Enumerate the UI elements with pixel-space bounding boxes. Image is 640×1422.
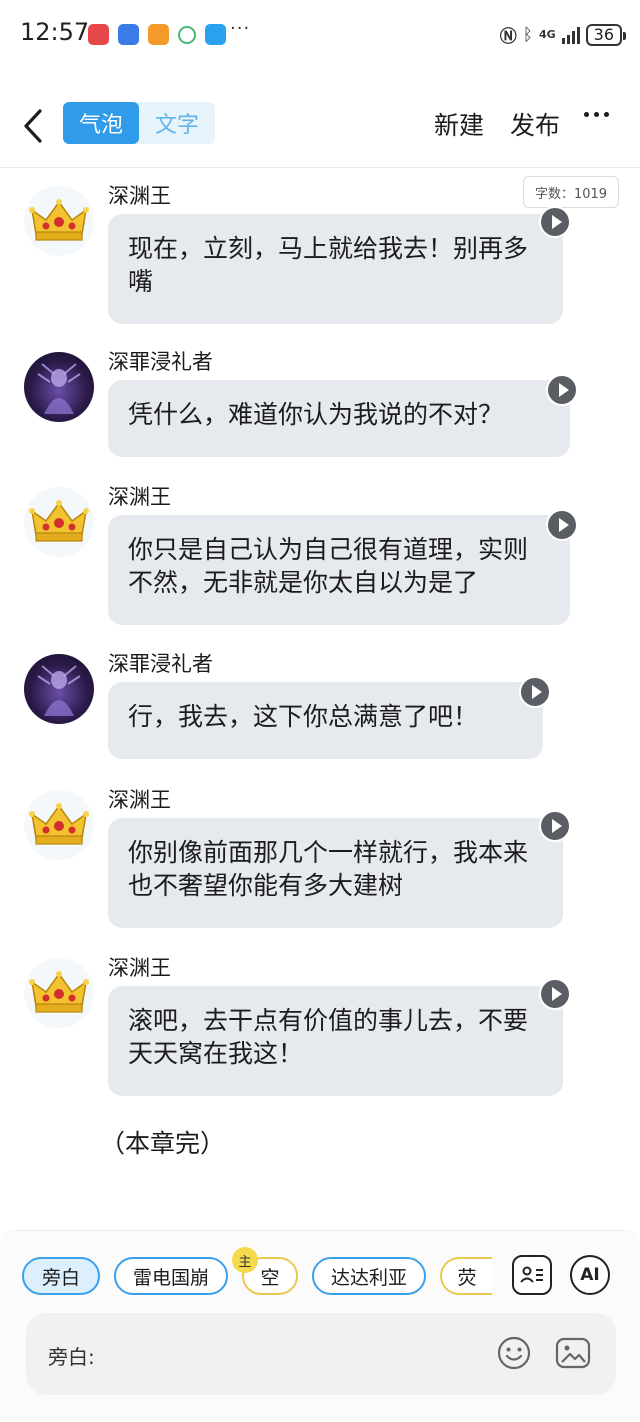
character-chip-raiden[interactable]: 雷电国崩 [114, 1257, 228, 1295]
word-count-badge: 字数：1019 [523, 176, 619, 208]
avatar[interactable] [24, 487, 94, 557]
message-input-area: 旁白: [26, 1313, 616, 1395]
cloud-app-icon [205, 24, 226, 45]
contact-card-icon [520, 1266, 543, 1283]
character-chip-lumine[interactable]: 荧 [440, 1257, 492, 1295]
top-navigation: 气泡 文字 新建 发布 [0, 90, 640, 168]
tab-bubble[interactable]: 气泡 [63, 102, 139, 144]
play-voice-button[interactable] [539, 810, 571, 842]
image-icon [555, 1337, 591, 1369]
back-arrow-icon [24, 109, 42, 143]
character-input-panel: 旁白 雷电国崩 空 主 达达利亚 荧 AI 旁白: [0, 1230, 640, 1422]
status-bar: 12:57 ··· Ⓝ ᛒ 4G 36 [0, 0, 640, 70]
tab-text[interactable]: 文字 [139, 102, 215, 144]
main-character-badge: 主 [232, 1247, 258, 1273]
new-button[interactable]: 新建 [434, 106, 484, 142]
ai-button[interactable]: AI [570, 1255, 610, 1295]
message-bubble[interactable]: 行，我去，这下你总满意了吧！ [108, 682, 543, 759]
avatar[interactable] [24, 352, 94, 422]
crown-icon [29, 803, 89, 845]
signal-icon [561, 26, 580, 44]
message-input[interactable] [106, 1333, 486, 1373]
character-chip-tartaglia[interactable]: 达达利亚 [312, 1257, 426, 1295]
crown-icon [29, 500, 89, 542]
play-voice-button[interactable] [519, 676, 551, 708]
image-button[interactable] [554, 1335, 592, 1371]
avatar[interactable] [24, 958, 94, 1028]
view-mode-toggle: 气泡 文字 [63, 102, 215, 144]
play-voice-button[interactable] [546, 509, 578, 541]
message-bubble[interactable]: 你别像前面那几个一样就行，我本来也不奢望你能有多大建树 [108, 818, 563, 928]
avatar[interactable] [24, 186, 94, 256]
sender-name: 深渊王 [108, 184, 171, 208]
sender-name: 深罪浸礼者 [108, 652, 213, 676]
crown-icon [29, 199, 89, 241]
huawei-app-icon [88, 24, 109, 45]
more-icon[interactable] [584, 112, 609, 117]
sender-name: 深渊王 [108, 788, 171, 812]
heart-app-icon [148, 24, 169, 45]
more-notifications-icon: ··· [230, 18, 251, 39]
avatar[interactable] [24, 790, 94, 860]
avatar[interactable] [24, 654, 94, 724]
system-icons: Ⓝ ᛒ 4G 36 [499, 22, 627, 47]
emoji-button[interactable] [496, 1335, 532, 1371]
nfc-icon: Ⓝ [499, 27, 517, 47]
publish-button[interactable]: 发布 [510, 106, 560, 142]
bluetooth-icon: ᛒ [522, 24, 533, 45]
play-voice-button[interactable] [539, 206, 571, 238]
emoji-icon [497, 1336, 531, 1370]
crown-icon [29, 971, 89, 1013]
message-bubble[interactable]: 你只是自己认为自己很有道理，实则不然，无非就是你太自以为是了 [108, 515, 570, 625]
message-bubble[interactable]: 现在，立刻，马上就给我去！别再多嘴 [108, 214, 563, 324]
transfer-app-icon [118, 24, 139, 45]
mobile-app-icon [178, 25, 196, 44]
message-bubble[interactable]: 凭什么，难道你认为我说的不对？ [108, 380, 570, 457]
sender-name: 深罪浸礼者 [108, 350, 213, 374]
chapter-end-text: （本章完） [100, 1129, 226, 1158]
network-type: 4G [538, 28, 556, 41]
play-voice-button[interactable] [546, 374, 578, 406]
play-voice-button[interactable] [539, 978, 571, 1010]
input-speaker-label: 旁白: [48, 1345, 95, 1369]
notification-icons [88, 24, 226, 45]
character-manage-button[interactable] [512, 1255, 552, 1295]
sender-name: 深渊王 [108, 485, 171, 509]
battery-indicator: 36 [585, 23, 627, 46]
character-chip-narrator[interactable]: 旁白 [22, 1257, 100, 1295]
dark-figure-icon [37, 363, 81, 414]
dark-figure-icon [37, 665, 81, 716]
back-button[interactable] [18, 106, 48, 146]
sender-name: 深渊王 [108, 956, 171, 980]
message-bubble[interactable]: 滚吧，去干点有价值的事儿去，不要天天窝在我这！ [108, 986, 563, 1096]
status-time: 12:57 [20, 18, 90, 46]
